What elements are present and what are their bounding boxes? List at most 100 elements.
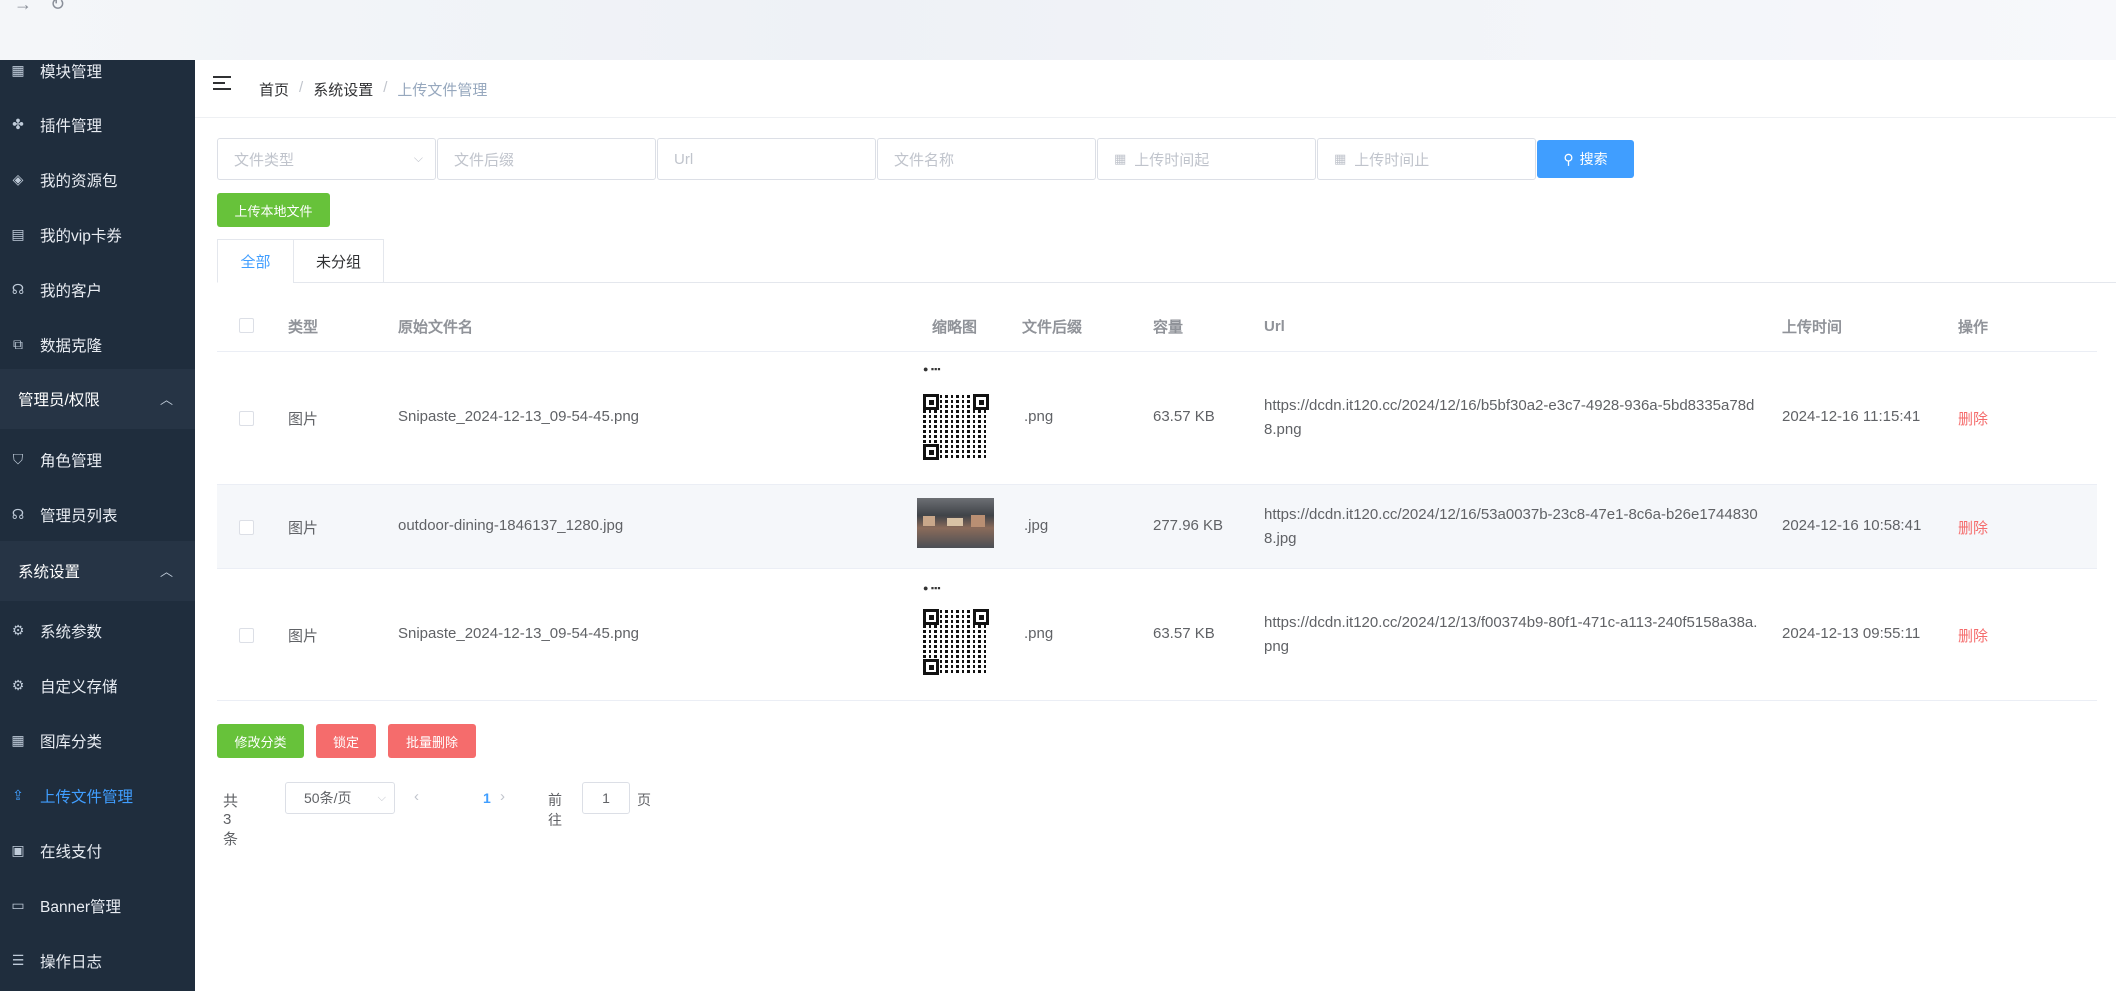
next-page-icon[interactable]: › (500, 788, 505, 805)
table-row[interactable]: 图片 Snipaste_2024-12-13_09-54-45.png ● ▪▪… (217, 352, 2097, 485)
sidebar-item-operation-log[interactable]: ☰ 操作日志 (0, 933, 195, 988)
header-type: 类型 (288, 318, 319, 336)
header-url: Url (1264, 317, 1285, 335)
sidebar-group-system[interactable]: 系统设置 ︿ (0, 541, 195, 601)
url-input[interactable]: Url (657, 138, 876, 180)
sidebar-item-label: 系统参数 (40, 623, 103, 641)
sidebar-item-vip-coupons[interactable]: ▤ 我的vip卡券 (0, 207, 195, 262)
cell-suffix: .png (1024, 408, 1054, 425)
sidebar-item-label: 模块管理 (40, 63, 103, 81)
page-size-select[interactable]: 50条/页 ⌵ (285, 782, 395, 814)
qr-finder (973, 609, 989, 625)
sidebar-item-online-payment[interactable]: ▣ 在线支付 (0, 823, 195, 878)
grid-icon: ▦ (11, 62, 25, 78)
goto-page-input[interactable]: 1 (582, 782, 630, 814)
cell-type: 图片 (288, 411, 319, 428)
category-tabs: 全部 未分组 (217, 239, 2116, 283)
suffix-input[interactable]: 文件后缀 (437, 138, 656, 180)
table-row[interactable]: 图片 outdoor-dining-1846137_1280.jpg .jpg … (217, 485, 2097, 569)
tab-all[interactable]: 全部 (217, 239, 294, 283)
cell-original-name: Snipaste_2024-12-13_09-54-45.png (398, 408, 640, 425)
header-upload-time: 上传时间 (1782, 318, 1843, 336)
end-date-picker[interactable]: ▦ 上传时间止 (1317, 138, 1536, 180)
sidebar-item-data-clone[interactable]: ⧉ 数据克隆 (0, 317, 195, 372)
forward-arrow-icon[interactable]: → (14, 0, 32, 15)
cell-original-name: outdoor-dining-1846137_1280.jpg (398, 517, 624, 534)
breadcrumb-settings[interactable]: 系统设置 (313, 79, 373, 100)
header-operation: 操作 (1958, 318, 1989, 336)
sidebar-item-label: 插件管理 (40, 117, 103, 135)
prev-page-icon[interactable]: ‹ (414, 788, 419, 805)
headset-icon: ☊ (11, 506, 25, 522)
cell-size: 63.57 KB (1153, 408, 1215, 425)
grid-icon: ▦ (11, 732, 25, 748)
sidebar-item-plugins[interactable]: ✤ 插件管理 (0, 97, 195, 152)
monitor-icon: ▭ (11, 897, 25, 913)
sidebar: ▦ 模块管理 ✤ 插件管理 ◈ 我的资源包 ▤ 我的vip卡券 ☊ 我的客户 ⧉… (0, 60, 195, 991)
cell-size: 277.96 KB (1153, 517, 1224, 534)
end-date-placeholder: 上传时间止 (1354, 151, 1430, 169)
qr-finder (923, 394, 939, 410)
table-row[interactable]: 图片 Snipaste_2024-12-13_09-54-45.png ● ▪▪… (217, 569, 2097, 701)
suffix-placeholder: 文件后缀 (454, 151, 515, 169)
delete-link[interactable]: 删除 (1958, 408, 1988, 429)
reload-icon[interactable]: ↻ (50, 0, 65, 15)
cell-url: https://dcdn.it120.cc/2024/12/16/b5bf30a… (1264, 397, 1755, 438)
page-number-current[interactable]: 1 (483, 790, 491, 806)
gear-icon: ⚙ (11, 622, 25, 638)
qr-thumbnail[interactable]: ● ▪▪▪ (920, 583, 1000, 693)
sidebar-group-admin[interactable]: 管理员/权限 ︿ (0, 369, 195, 429)
menu-toggle-icon[interactable] (213, 74, 233, 94)
sidebar-item-label: 角色管理 (40, 452, 103, 470)
browser-toolbar: → ↻ (0, 0, 2116, 60)
sidebar-item-roles[interactable]: ⛉ 角色管理 (0, 432, 195, 487)
sidebar-item-custom-storage[interactable]: ⚙ 自定义存储 (0, 658, 195, 713)
delete-link[interactable]: 删除 (1958, 517, 1988, 538)
sidebar-item-label: Banner管理 (40, 898, 121, 916)
sidebar-item-label: 管理员列表 (40, 507, 118, 525)
lock-button[interactable]: 锁定 (316, 724, 376, 758)
main-content: 首页 / 系统设置 / 上传文件管理 文件类型 ⌵ 文件后缀 Url 文件名称 … (195, 60, 2116, 991)
row-checkbox[interactable] (239, 411, 254, 426)
select-all-checkbox[interactable] (239, 318, 254, 333)
sidebar-item-gallery-category[interactable]: ▦ 图库分类 (0, 713, 195, 768)
cell-upload-time: 2024-12-16 10:58:41 (1782, 517, 1922, 534)
sidebar-item-resource-pack[interactable]: ◈ 我的资源包 (0, 152, 195, 207)
search-icon: ⚲ (1563, 150, 1574, 167)
document-icon: ☰ (11, 952, 25, 968)
upload-local-file-button[interactable]: 上传本地文件 (217, 193, 330, 227)
header-thumbnail: 缩略图 (932, 318, 978, 336)
chevron-down-icon: ⌵ (413, 151, 423, 165)
start-date-picker[interactable]: ▦ 上传时间起 (1097, 138, 1316, 180)
sidebar-item-upload-files[interactable]: ⇪ 上传文件管理 (0, 768, 195, 823)
batch-delete-button[interactable]: 批量删除 (388, 724, 476, 758)
cell-original-name: Snipaste_2024-12-13_09-54-45.png (398, 625, 640, 642)
sidebar-item-system-params[interactable]: ⚙ 系统参数 (0, 603, 195, 658)
total-count: 共 3 条 (223, 793, 239, 848)
qr-thumbnail[interactable]: ● ▪▪▪ (920, 364, 1000, 474)
cell-suffix: .jpg (1024, 517, 1049, 534)
row-checkbox[interactable] (239, 628, 254, 643)
delete-link[interactable]: 删除 (1958, 625, 1988, 646)
tab-ungrouped[interactable]: 未分组 (293, 239, 384, 283)
sidebar-group-label: 系统设置 (18, 564, 81, 581)
top-navbar: 首页 / 系统设置 / 上传文件管理 (195, 60, 2116, 118)
file-name-input[interactable]: 文件名称 (877, 138, 1096, 180)
sidebar-item-label: 自定义存储 (40, 678, 118, 696)
sidebar-item-customers[interactable]: ☊ 我的客户 (0, 262, 195, 317)
breadcrumb-home[interactable]: 首页 (259, 79, 289, 100)
chevron-down-icon: ⌵ (377, 792, 386, 804)
search-button[interactable]: ⚲ 搜索 (1537, 140, 1634, 178)
qr-finder (923, 444, 939, 460)
change-category-button[interactable]: 修改分类 (217, 724, 304, 758)
photo-thumbnail[interactable] (917, 498, 994, 548)
sidebar-item-banner[interactable]: ▭ Banner管理 (0, 878, 195, 933)
sidebar-item-modules[interactable]: ▦ 模块管理 (0, 60, 195, 98)
sidebar-group-label: 管理员/权限 (18, 392, 100, 409)
package-icon: ◈ (12, 171, 24, 187)
breadcrumb-separator: / (299, 79, 304, 96)
cell-upload-time: 2024-12-16 11:15:41 (1782, 408, 1921, 425)
sidebar-item-admin-list[interactable]: ☊ 管理员列表 (0, 487, 195, 542)
file-type-select[interactable]: 文件类型 ⌵ (217, 138, 436, 180)
row-checkbox[interactable] (239, 520, 254, 535)
